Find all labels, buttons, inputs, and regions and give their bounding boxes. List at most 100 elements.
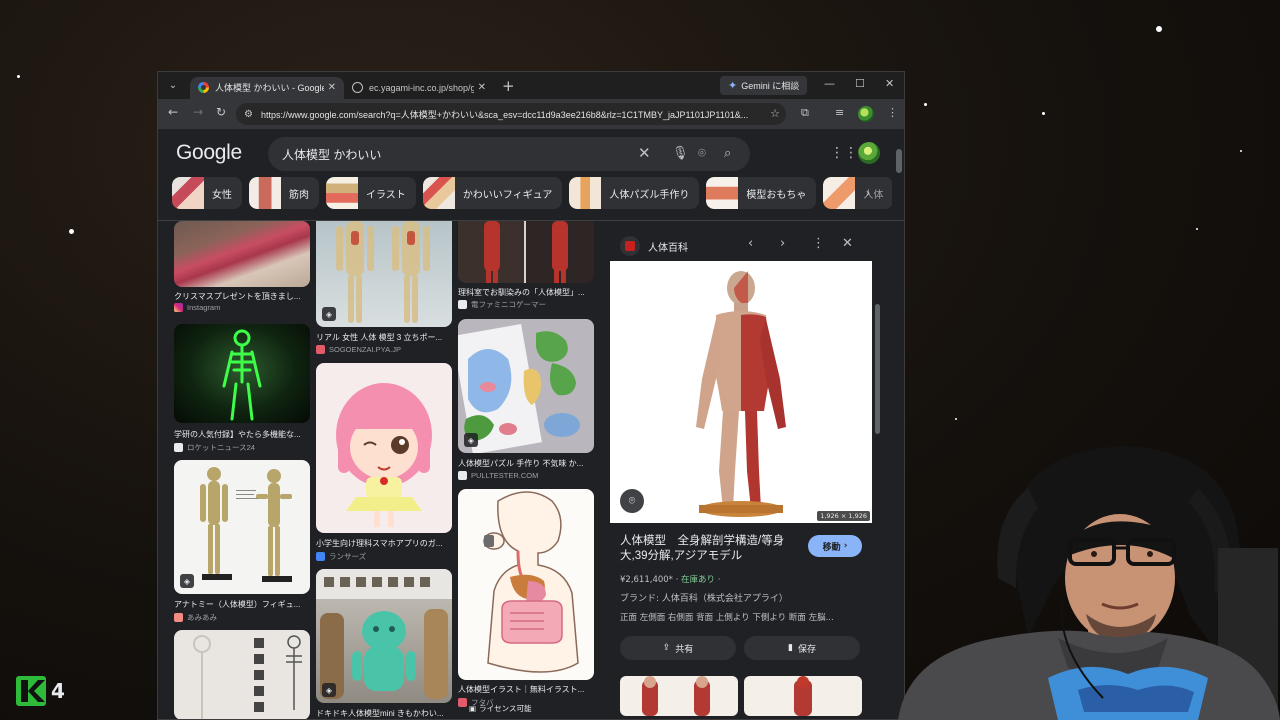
- related-image[interactable]: [620, 676, 738, 716]
- chip-label: 筋肉: [289, 189, 309, 201]
- bookmark-star-icon[interactable]: ☆: [770, 107, 780, 120]
- chevron-right-icon[interactable]: ›: [780, 236, 785, 251]
- image-result[interactable]: ◈ アナトミー（人体模型）フィギュ... あみあみ: [174, 460, 310, 625]
- chevron-right-icon[interactable]: ›: [858, 177, 878, 209]
- chip-illustration[interactable]: イラスト: [326, 177, 416, 209]
- image-preview-panel: 人体百科 ‹ › ⋮ ✕ 1,926 × 1,926 ⌾ 人体模型 全身解剖学構…: [608, 229, 883, 716]
- result-caption: 小学生向け理科スマホアプリのガ...: [316, 539, 443, 548]
- lens-search-icon[interactable]: ⌾: [620, 489, 644, 513]
- preview-image[interactable]: 1,926 × 1,926 ⌾: [610, 261, 872, 523]
- tab-yagami-shop[interactable]: ec.yagami-inc.co.jp/shop/goods ✕: [344, 77, 494, 99]
- site-info-icon[interactable]: ⚙: [244, 109, 253, 120]
- image-result[interactable]: クリスマスプレゼントを頂きまし... Instagram: [174, 221, 310, 312]
- result-source: SOGOENZAI.PYA.JP: [316, 345, 452, 354]
- chip-thumbnail: [569, 177, 602, 209]
- extensions-icon[interactable]: ⧉: [801, 106, 809, 120]
- visit-button[interactable]: 移動 ›: [808, 535, 862, 557]
- save-button[interactable]: ▮ 保存: [744, 636, 860, 660]
- related-image[interactable]: [744, 676, 862, 716]
- result-source: あみあみ: [174, 612, 310, 623]
- close-panel-icon[interactable]: ✕: [842, 236, 853, 251]
- gemini-button[interactable]: ✦ Gemini に相談: [720, 76, 808, 95]
- star: [69, 229, 74, 234]
- star: [955, 418, 957, 420]
- profile-avatar-icon[interactable]: [858, 106, 874, 122]
- result-thumbnail: [174, 221, 310, 287]
- chevron-right-icon: ›: [840, 541, 848, 551]
- logo-number: 4: [51, 679, 65, 703]
- media-controls-icon[interactable]: ≡: [835, 106, 844, 119]
- chip-label: 模型おもちゃ: [746, 189, 807, 201]
- anatomy-figure-illustration: [200, 467, 292, 582]
- chip-model-toy[interactable]: 模型おもちゃ: [706, 177, 817, 209]
- more-options-icon[interactable]: ⋮: [812, 236, 825, 251]
- minimize-icon[interactable]: —: [824, 77, 835, 90]
- result-thumbnail: [174, 630, 310, 719]
- product-tag-icon: ◈: [464, 433, 478, 447]
- result-thumbnail: [316, 363, 452, 533]
- star: [1042, 112, 1045, 115]
- tab-title: ec.yagami-inc.co.jp/shop/goods: [369, 82, 474, 93]
- window-close-icon[interactable]: ✕: [885, 77, 894, 90]
- close-icon[interactable]: ✕: [328, 82, 336, 93]
- star: [1156, 26, 1162, 32]
- result-source: Instagram: [174, 303, 310, 312]
- info-dot: ·: [717, 575, 721, 585]
- chip-female[interactable]: 女性: [172, 177, 242, 209]
- microphone-icon[interactable]: 🎙: [672, 145, 689, 161]
- image-result[interactable]: ◈ リアル 女性 人体 模型 3 立ちポー... SOGOENZAI.PYA.J…: [316, 221, 452, 356]
- lens-camera-icon[interactable]: ⌾: [698, 145, 706, 161]
- star: [17, 75, 20, 78]
- image-result[interactable]: 小学生向け理科スマホアプリのガ... ランサーズ: [316, 363, 452, 563]
- k-logo-icon: [16, 676, 46, 706]
- google-logo[interactable]: Google: [176, 141, 242, 165]
- image-result[interactable]: 理科室でお馴染みの「人体模型」... 電ファミニコゲーマー: [458, 221, 594, 309]
- site-icon: [458, 471, 467, 480]
- chip-muscle[interactable]: 筋肉: [249, 177, 319, 209]
- image-result[interactable]: 学研の人気付録】やたら多機能な... ロケットニュース24: [174, 324, 310, 454]
- result-thumbnail: [458, 489, 594, 680]
- tab-search-button[interactable]: ⌄: [162, 75, 184, 97]
- tab-title: 人体模型 かわいい - Google 検索: [215, 83, 324, 93]
- search-query: 人体模型 かわいい: [282, 147, 382, 162]
- product-tag-icon: ◈: [322, 683, 336, 697]
- forward-icon[interactable]: →: [193, 105, 203, 119]
- site-icon: [316, 552, 325, 561]
- panel-scrollbar[interactable]: [875, 304, 880, 434]
- search-input[interactable]: 人体模型 かわいい ✕ 🎙 ⌾ ⌕: [268, 137, 750, 171]
- search-icon[interactable]: ⌕: [724, 145, 731, 161]
- clear-icon[interactable]: ✕: [638, 144, 651, 162]
- felt-puzzle-illustration: [458, 324, 580, 453]
- image-result[interactable]: ▣ ライセンス可能 人体模型イラスト｜無料イラスト... フタバ: [458, 489, 594, 719]
- image-result[interactable]: [174, 630, 310, 719]
- stock-status: 在庫あり: [681, 575, 716, 585]
- panel-site-header[interactable]: 人体百科: [620, 236, 688, 256]
- page-scrollbar[interactable]: [896, 149, 902, 173]
- chevron-left-icon[interactable]: ‹: [748, 236, 753, 251]
- share-button[interactable]: ⇪ 共有: [620, 636, 736, 660]
- price: ¥2,611,400*: [620, 575, 673, 585]
- account-avatar[interactable]: [858, 142, 880, 164]
- result-caption: 理科室でお馴染みの「人体模型」...: [458, 288, 585, 297]
- save-label: 保存: [797, 644, 816, 655]
- close-icon[interactable]: ✕: [478, 82, 486, 93]
- menu-kebab-icon[interactable]: ⋮: [887, 106, 898, 119]
- tab-google-search[interactable]: 人体模型 かわいい - Google 検索 ✕: [190, 76, 344, 99]
- site-icon: [174, 613, 183, 622]
- panel-product-title[interactable]: 人体模型 全身解剖学構造/等身大,39分解,アジアモデル: [620, 534, 800, 564]
- related-thumbnail: [642, 676, 710, 716]
- chip-cute-figure[interactable]: かわいいフィギュア: [422, 177, 563, 209]
- new-tab-icon[interactable]: +: [502, 77, 515, 95]
- result-caption: 人体模型パズル 手作り 不気味 か...: [458, 459, 584, 468]
- brand-info: ブランド: 人体百科（株式会社アプライ）: [620, 594, 788, 604]
- result-caption: アナトミー（人体模型）フィギュ...: [174, 600, 301, 609]
- image-result[interactable]: ◈ ドキドキ人体模型mini きもかわい...: [316, 569, 452, 719]
- address-bar[interactable]: ⚙ https://www.google.com/search?q=人体模型+か…: [236, 103, 786, 125]
- chip-puzzle-handmade[interactable]: 人体パズル手作り: [569, 177, 700, 209]
- reload-icon[interactable]: ↻: [216, 105, 226, 119]
- back-icon[interactable]: ←: [168, 105, 178, 119]
- image-result[interactable]: ◈ 人体模型パズル 手作り 不気味 か... PULLTESTER.COM: [458, 319, 594, 480]
- maximize-icon[interactable]: ☐: [855, 77, 865, 90]
- results-column-1: クリスマスプレゼントを頂きまし... Instagram 学研の人気付録】やたら…: [174, 221, 310, 719]
- chip-thumbnail: [422, 177, 455, 209]
